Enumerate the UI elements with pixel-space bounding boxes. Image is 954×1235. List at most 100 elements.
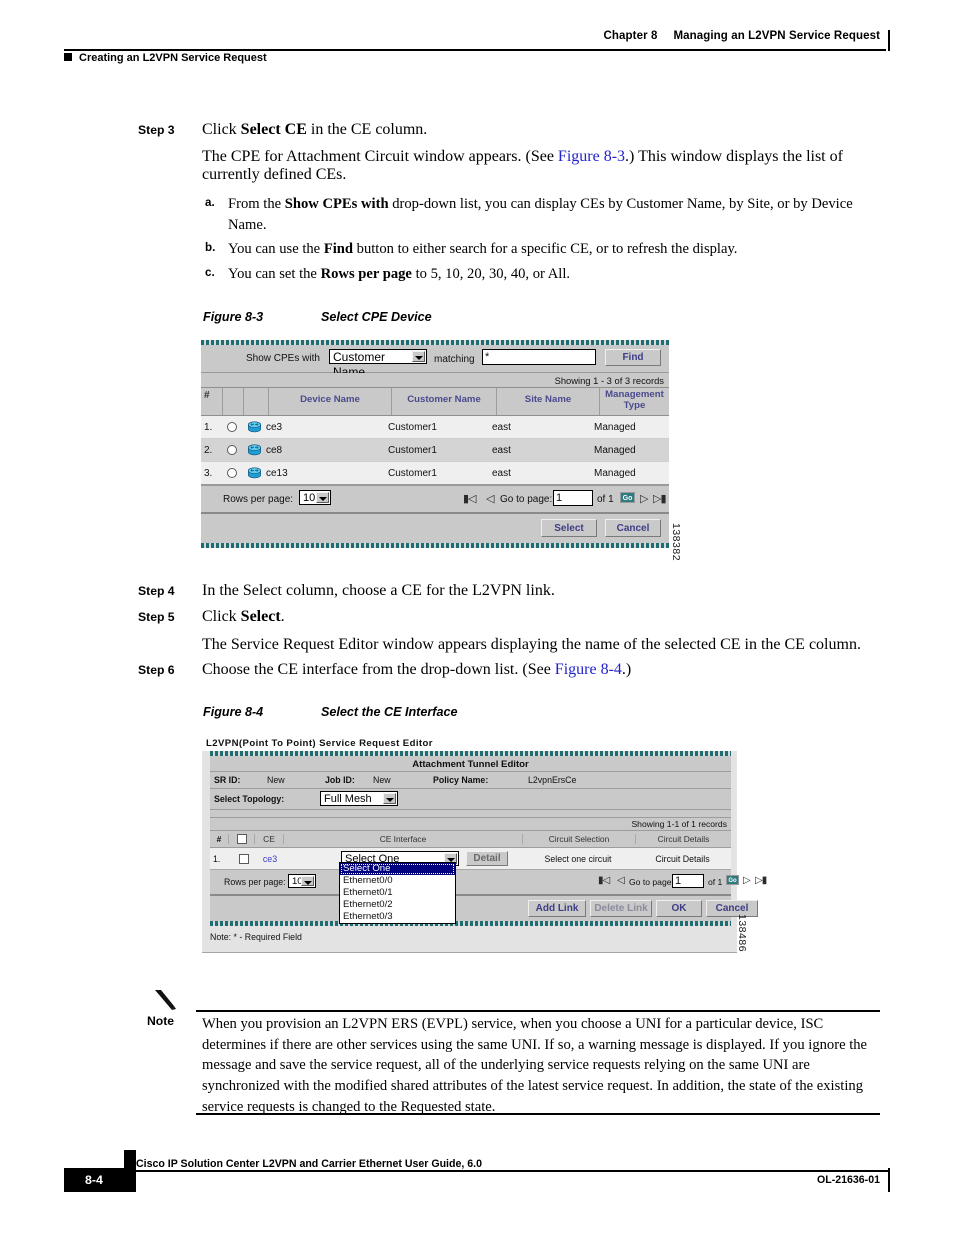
first-page-icon[interactable]: ▮◁: [463, 492, 476, 505]
row-ce-link[interactable]: ce3: [256, 854, 284, 864]
table-row[interactable]: 1. ce3 Customer1 east Managed: [201, 416, 669, 439]
next-page-icon[interactable]: ▷: [640, 492, 649, 505]
sub-a-marker: a.: [205, 196, 215, 209]
goto-page-input[interactable]: 1: [672, 874, 704, 888]
row-index: 1.: [213, 853, 221, 864]
router-icon: [247, 467, 261, 478]
chevron-down-icon: [412, 351, 425, 362]
table-row[interactable]: 2. ce8 Customer1 east Managed: [201, 439, 669, 462]
dropdown-option[interactable]: Ethernet0/0: [340, 875, 455, 887]
header-rule: [64, 49, 886, 52]
first-page-icon[interactable]: ▮◁: [598, 875, 610, 886]
table-row[interactable]: 1. ce3 Select One Detail Select one circ…: [210, 848, 731, 870]
go-button[interactable]: Go: [620, 492, 635, 503]
sre-action-bar: Add Link Delete Link OK Cancel: [210, 896, 758, 921]
radio-icon[interactable]: [227, 422, 237, 433]
col-site-name[interactable]: Site Name: [497, 388, 600, 415]
row-index: 1.: [204, 421, 213, 433]
cpe-action-bar: Select Cancel: [201, 514, 669, 543]
sr-id-label: SR ID:: [214, 775, 241, 785]
col-checkbox[interactable]: [229, 833, 255, 845]
sub-b-marker: b.: [205, 241, 216, 254]
dropdown-option[interactable]: Ethernet0/2: [340, 899, 455, 911]
goto-page-input[interactable]: 1: [553, 490, 593, 506]
sub-c-text: You can set the Rows per page to 5, 10, …: [228, 264, 878, 285]
sre-spacer: [210, 810, 731, 818]
sre-records-bar: Showing 1-1 of 1 records: [210, 818, 731, 831]
step-5-label: Step 5: [138, 610, 175, 624]
row-device-name: ce13: [266, 467, 288, 479]
step-3-paragraph: The CPE for Attachment Circuit window ap…: [202, 148, 878, 184]
matching-input[interactable]: *: [482, 349, 596, 365]
prev-page-icon[interactable]: ◁: [486, 492, 495, 505]
dropdown-option[interactable]: Ethernet0/1: [340, 887, 455, 899]
go-button[interactable]: Go: [726, 875, 739, 885]
note-rule-bottom: [196, 1113, 880, 1115]
col-index: #: [201, 388, 223, 415]
sre-table-header: # CE CE Interface Circuit Selection Circ…: [210, 831, 731, 848]
cancel-button[interactable]: Cancel: [706, 900, 758, 917]
figure-8-4-title: Select the CE Interface: [321, 705, 458, 719]
dropdown-option[interactable]: Ethernet0/3: [340, 911, 455, 923]
matching-label: matching: [434, 354, 475, 365]
row-checkbox-icon[interactable]: [238, 853, 249, 864]
sre-pager-bar: Rows per page: 10 ▮◁ ◁ Go to page: 1 of …: [210, 870, 767, 896]
select-all-checkbox-icon[interactable]: [236, 834, 247, 845]
step-5-post: .: [280, 608, 285, 625]
header-section-label: Creating an L2VPN Service Request: [79, 52, 267, 64]
rows-per-page-value: 10: [303, 492, 316, 504]
cancel-button[interactable]: Cancel: [605, 519, 661, 537]
rows-per-page-select[interactable]: 10: [299, 490, 331, 505]
row-customer-name: Customer1: [388, 444, 437, 456]
dropdown-option-selected[interactable]: Select One: [340, 863, 455, 875]
chevron-down-icon: [383, 793, 396, 804]
rows-per-page-select[interactable]: 10: [288, 874, 316, 888]
col-device-name[interactable]: Device Name: [269, 388, 392, 415]
radio-icon[interactable]: [227, 468, 237, 479]
footer-rule: [64, 1170, 890, 1173]
step-5-bold: Select: [240, 608, 281, 625]
col-management-type[interactable]: Management Type: [600, 388, 669, 415]
sub-a-bold: Show CPEs with: [284, 196, 389, 212]
step-5-pre: Click: [202, 608, 241, 625]
goto-page-label: Go to page:: [500, 494, 553, 505]
last-page-icon[interactable]: ▷▮: [653, 492, 666, 505]
ok-button[interactable]: OK: [656, 900, 702, 917]
document-page: Chapter 8 Managing an L2VPN Service Reque…: [0, 0, 954, 1235]
step-5-paragraph: The Service Request Editor window appear…: [202, 636, 861, 653]
footer-guide-title: Cisco IP Solution Center L2VPN and Carri…: [136, 1158, 482, 1170]
accent-dotted-bar-bottom: [201, 543, 669, 548]
row-radio[interactable]: [222, 468, 242, 479]
select-topology-select[interactable]: Full Mesh: [320, 791, 398, 806]
show-cpes-filter-select[interactable]: Customer Name: [329, 349, 427, 379]
cpe-records-bar: Showing 1 - 3 of 3 records: [201, 373, 669, 388]
col-customer-name[interactable]: Customer Name: [392, 388, 497, 415]
row-radio[interactable]: [222, 422, 242, 433]
select-topology-label: Select Topology:: [214, 794, 285, 804]
next-page-icon[interactable]: ▷: [743, 875, 751, 886]
figure-8-3-number: Figure 8-3: [203, 310, 264, 324]
sub-b-post: button to either search for a specific C…: [353, 241, 738, 257]
figure-8-3-xref[interactable]: Figure 8-3: [558, 148, 625, 165]
records-count: Showing 1-1 of 1 records: [631, 819, 727, 829]
add-link-button[interactable]: Add Link: [528, 900, 586, 917]
ce-interface-dropdown-list[interactable]: Select One Ethernet0/0 Ethernet0/1 Ether…: [339, 862, 456, 924]
row-radio[interactable]: [222, 445, 242, 456]
row-device-name: ce8: [266, 444, 283, 456]
row-device-icon: [242, 421, 266, 434]
page-of-label: of 1: [597, 494, 614, 505]
footer-tick: [887, 1168, 890, 1192]
delete-link-button[interactable]: Delete Link: [590, 900, 652, 917]
figure-8-4-xref[interactable]: Figure 8-4: [555, 661, 622, 678]
detail-button[interactable]: Detail: [466, 851, 508, 866]
find-button[interactable]: Find: [605, 349, 661, 366]
table-row[interactable]: 3. ce13 Customer1 east Managed: [201, 462, 669, 486]
sub-b-bold: Find: [323, 241, 354, 257]
prev-page-icon[interactable]: ◁: [617, 875, 625, 886]
figure-8-3-screenshot: Show CPEs with Customer Name matching * …: [201, 340, 669, 548]
row-checkbox[interactable]: [231, 853, 256, 864]
radio-icon[interactable]: [227, 445, 237, 456]
select-button[interactable]: Select: [541, 519, 597, 537]
step-3-text: Click Select CE in the CE column.: [202, 121, 878, 139]
last-page-icon[interactable]: ▷▮: [755, 875, 767, 886]
